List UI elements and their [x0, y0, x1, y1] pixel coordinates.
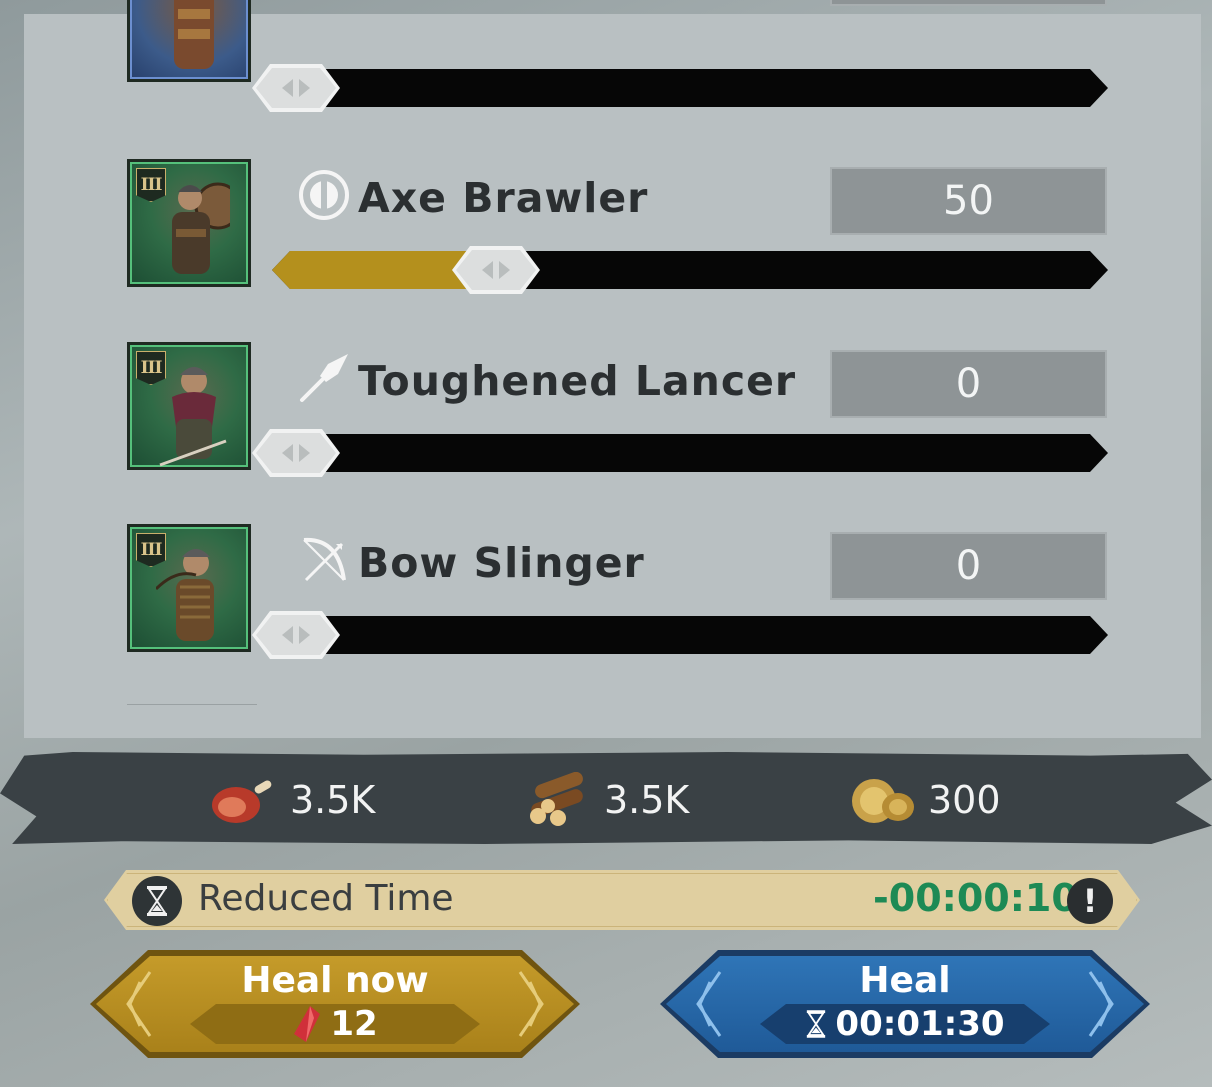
- unit-row-partial: [24, 0, 1201, 112]
- soldier-figure-icon: [172, 182, 230, 274]
- wood-amount: 3.5K: [604, 778, 690, 822]
- unit-portrait[interactable]: [127, 0, 251, 82]
- heal-time-value: 00:01:30: [835, 1004, 1005, 1044]
- unit-portrait[interactable]: III: [127, 342, 251, 470]
- slider-handle[interactable]: [252, 611, 340, 659]
- slider-handle[interactable]: [252, 429, 340, 477]
- slider-handle[interactable]: [452, 246, 540, 294]
- unit-slider-track[interactable]: [272, 69, 1108, 107]
- unit-slider-track[interactable]: [272, 616, 1108, 654]
- unit-portrait[interactable]: III: [127, 159, 251, 287]
- ruby-gem-icon: [292, 1004, 322, 1044]
- heal-time: 00:01:30: [760, 1004, 1050, 1044]
- unit-count-box[interactable]: [830, 0, 1107, 6]
- meat-icon: [212, 780, 272, 823]
- heal-now-cost: 12: [190, 1004, 480, 1044]
- heal-now-button[interactable]: Heal now 12: [90, 950, 580, 1058]
- unit-row-toughened-lancer: III Toughened Lancer 0: [24, 342, 1201, 492]
- hourglass-icon: [132, 876, 182, 926]
- gold-icon: [852, 779, 914, 823]
- soldier-figure-icon: [156, 549, 214, 641]
- hourglass-icon: [805, 1008, 827, 1040]
- shield-icon: [299, 170, 349, 220]
- reduced-time-label: Reduced Time: [198, 878, 454, 919]
- resource-meat: 3.5K: [208, 765, 375, 835]
- unit-count-box[interactable]: 50: [830, 167, 1107, 235]
- unit-slider-track[interactable]: [272, 434, 1108, 472]
- heal-label: Heal: [859, 960, 951, 1001]
- unit-list-panel: III Axe Brawler 50 III Toughened Lancer …: [24, 0, 1201, 738]
- unit-slider-track[interactable]: [272, 251, 1108, 289]
- list-divider: [127, 704, 257, 705]
- unit-portrait[interactable]: III: [127, 524, 251, 652]
- resource-gold: 300: [848, 765, 1001, 835]
- unit-name: Toughened Lancer: [358, 357, 797, 405]
- reduced-time-value: -00:00:10: [873, 876, 1078, 920]
- resource-wood: 3.5K: [526, 765, 689, 835]
- spear-icon: [300, 354, 348, 402]
- soldier-figure-icon: [174, 0, 214, 69]
- unit-count-box[interactable]: 0: [830, 532, 1107, 600]
- heal-now-cost-value: 12: [330, 1004, 378, 1044]
- bow-icon: [303, 537, 346, 582]
- info-icon[interactable]: !: [1067, 878, 1113, 924]
- soldier-figure-icon: [159, 367, 227, 467]
- unit-row-bow-slinger: III Bow Slinger 0: [24, 524, 1201, 674]
- slider-handle[interactable]: [252, 64, 340, 112]
- heal-button[interactable]: Heal 00:01:30: [660, 950, 1150, 1058]
- gold-amount: 300: [928, 778, 1001, 822]
- unit-row-axe-brawler: III Axe Brawler 50: [24, 159, 1201, 309]
- unit-name: Bow Slinger: [358, 539, 645, 587]
- meat-amount: 3.5K: [290, 778, 376, 822]
- unit-count-box[interactable]: 0: [830, 350, 1107, 418]
- heal-now-label: Heal now: [241, 960, 429, 1001]
- slider-fill: [272, 251, 481, 289]
- unit-name: Axe Brawler: [358, 174, 649, 222]
- wood-icon: [530, 772, 583, 826]
